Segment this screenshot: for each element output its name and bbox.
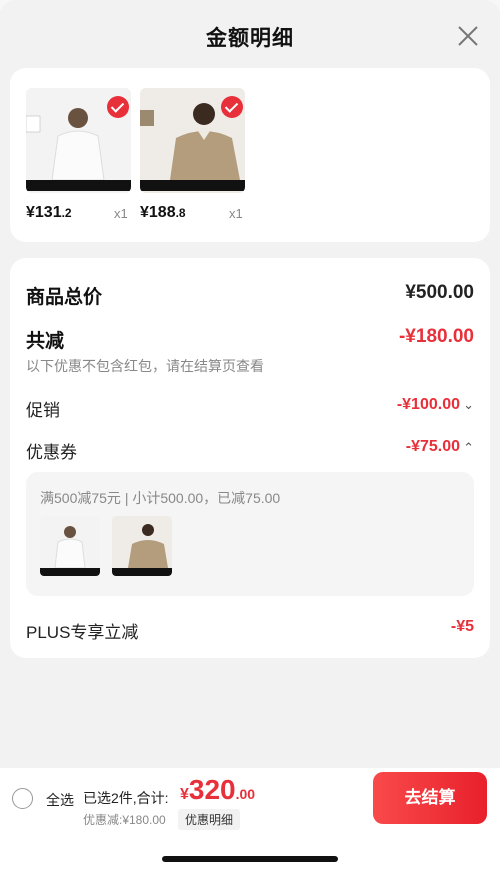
reduce-label: 共减: [26, 331, 65, 352]
plus-label: PLUS专享立减: [26, 623, 139, 642]
products-card: ¥131.2 x1 ¥188.8 x1: [10, 68, 490, 242]
chevron-down-icon[interactable]: ⌄: [463, 397, 474, 413]
price-detail-card: 商品总价 ¥500.00 共减 -¥180.00 以下优惠不包含红包，请在结算页…: [10, 258, 490, 658]
discount-detail-button[interactable]: 优惠明细: [178, 809, 241, 830]
close-icon[interactable]: [456, 24, 480, 48]
reduce-value: -¥180.00: [398, 326, 474, 347]
amount-detail-sheet: 金额明细 ¥131.2 x1 ¥188.8 x1 商品总价 ¥500.00 共减…: [0, 0, 500, 872]
sheet-title: 金额明细: [206, 27, 294, 50]
total-amount: ¥320.00: [180, 774, 256, 805]
product-item[interactable]: [26, 88, 131, 193]
plus-value: -¥5: [450, 618, 474, 635]
product-price: ¥188.8: [140, 204, 186, 221]
checked-icon[interactable]: [107, 96, 129, 118]
total-price-value: ¥500.00: [405, 282, 474, 303]
coupon-product-thumb: [112, 516, 172, 576]
coupon-label: 优惠券: [26, 443, 77, 462]
reduce-note: 以下优惠不包含红包，请在结算页查看: [26, 358, 264, 374]
coupon-rule: 满500减75元 | 小计500.00，已减75.00: [40, 490, 281, 506]
selected-summary: 已选2件,合计:: [83, 790, 169, 806]
coupon-value: -¥75.00: [405, 438, 460, 455]
total-price-label: 商品总价: [26, 287, 103, 308]
checkout-bar: 全选 已选2件,合计: ¥320.00 优惠减:¥180.00 优惠明细 去结算: [0, 768, 500, 872]
sheet-header: 金额明细: [0, 0, 500, 70]
product-price: ¥131.2: [26, 204, 72, 221]
select-all-radio[interactable]: [12, 788, 33, 809]
product-image: [26, 88, 131, 193]
chevron-up-icon[interactable]: ⌃: [463, 440, 474, 456]
select-all-label[interactable]: 全选: [46, 790, 74, 810]
product-qty: x1: [114, 206, 128, 221]
product-qty: x1: [229, 206, 243, 221]
coupon-product-thumb: [40, 516, 100, 576]
checkout-button[interactable]: 去结算: [373, 772, 487, 824]
product-image: [140, 88, 245, 193]
discount-text: 优惠减:¥180.00: [83, 813, 166, 827]
home-indicator: [162, 856, 338, 862]
product-item[interactable]: [140, 88, 245, 193]
checked-icon[interactable]: [221, 96, 243, 118]
promo-value: -¥100.00: [396, 396, 460, 413]
coupon-detail-box: 满500减75元 | 小计500.00，已减75.00: [26, 472, 474, 596]
promo-label: 促销: [26, 401, 60, 420]
